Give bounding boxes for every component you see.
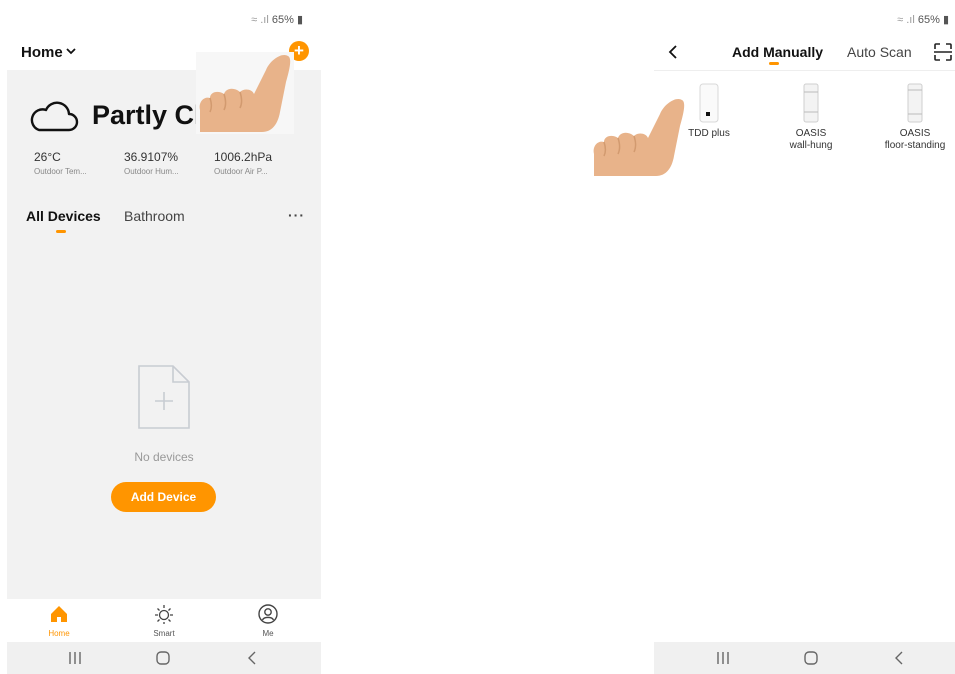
sun-icon <box>155 605 173 624</box>
device-name: OASIS <box>795 128 827 139</box>
pointing-hand-icon <box>196 52 294 134</box>
cloud-icon <box>30 101 79 132</box>
device-subtitle: floor-standing <box>884 140 946 151</box>
nav-smart-label: Smart <box>153 629 175 638</box>
water-heater-icon <box>907 83 923 123</box>
system-nav-bar <box>7 642 321 674</box>
battery-icon: ▮ <box>293 14 303 26</box>
tab-all-devices[interactable]: All Devices <box>26 208 101 224</box>
stat-label: Outdoor Tem... <box>34 167 87 176</box>
device-label: OASIS wall-hung <box>766 128 856 152</box>
weather-condition: Partly Cl <box>92 100 202 130</box>
recents-icon[interactable] <box>67 650 83 666</box>
back-arrow-icon[interactable] <box>666 44 680 60</box>
status-bar: ≈ .ıl 65% ▮ <box>654 0 955 38</box>
nav-me-label: Me <box>262 629 274 638</box>
tab-active-indicator <box>769 62 779 65</box>
water-heater-icon <box>803 83 819 123</box>
tab-auto-scan[interactable]: Auto Scan <box>847 44 912 60</box>
device-name: OASIS <box>899 128 931 139</box>
add-device-screen: ≈ .ıl 65% ▮ Add Manually Auto Scan TDD p… <box>654 0 955 674</box>
signal-icon: ≈ .ıl <box>897 14 918 26</box>
stat-temperature: 26°C Outdoor Tem... <box>34 150 114 176</box>
home-system-icon[interactable] <box>155 650 171 666</box>
empty-document-icon <box>138 365 190 429</box>
stat-air-pressure: 1006.2hPa Outdoor Air P... <box>214 150 294 176</box>
no-devices-text: No devices <box>134 450 194 464</box>
tab-add-manually[interactable]: Add Manually <box>732 44 823 60</box>
chevron-down-icon[interactable] <box>65 45 77 57</box>
nav-home[interactable]: Home <box>29 603 89 638</box>
add-device-button[interactable]: Add Device <box>111 482 216 512</box>
water-heater-icon <box>699 83 719 123</box>
status-bar: ≈ .ıl 65% ▮ <box>7 0 321 38</box>
back-system-icon[interactable] <box>891 650 907 666</box>
device-oasis-wall-hung[interactable]: OASIS wall-hung <box>766 82 856 152</box>
stat-label: Outdoor Hum... <box>124 167 179 176</box>
home-selector-label[interactable]: Home <box>21 44 63 61</box>
more-options-button[interactable]: ··· <box>288 207 305 223</box>
stat-humidity: 36.9107% Outdoor Hum... <box>124 150 204 176</box>
battery-level: 65% <box>271 14 294 26</box>
device-oasis-floor-standing[interactable]: OASIS floor-standing <box>870 82 955 152</box>
back-system-icon[interactable] <box>244 650 260 666</box>
status-icons: ≈ .ıl 65% ▮ <box>897 13 949 26</box>
tab-active-indicator <box>56 230 66 233</box>
tab-bathroom[interactable]: Bathroom <box>124 208 185 224</box>
stat-value: 36.9107% <box>124 150 179 164</box>
nav-me[interactable]: Me <box>238 603 298 638</box>
home-screen: ≈ .ıl 65% ▮ Home + Partly Cl 26°C Outdoo… <box>7 0 321 674</box>
pointing-hand-icon <box>593 98 685 176</box>
stat-value: 26°C <box>34 150 61 164</box>
battery-level: 65% <box>917 14 940 26</box>
header-divider <box>654 70 955 71</box>
nav-smart[interactable]: Smart <box>134 603 194 638</box>
signal-icon: ≈ .ıl <box>251 14 272 26</box>
recents-icon[interactable] <box>715 650 731 666</box>
home-system-icon[interactable] <box>803 650 819 666</box>
home-icon <box>51 606 67 622</box>
nav-home-label: Home <box>48 629 70 638</box>
status-icons: ≈ .ıl 65% ▮ <box>251 13 303 26</box>
stat-label: Outdoor Air P... <box>214 167 268 176</box>
device-subtitle: wall-hung <box>789 140 833 151</box>
profile-icon <box>258 604 278 624</box>
device-label: OASIS floor-standing <box>870 128 955 152</box>
stat-value: 1006.2hPa <box>214 150 273 164</box>
device-name: TDD plus <box>688 128 730 139</box>
scan-qr-icon[interactable] <box>933 42 953 62</box>
system-nav-bar <box>654 642 955 674</box>
bottom-nav: Home Smart Me <box>7 599 321 642</box>
battery-icon: ▮ <box>939 14 949 26</box>
